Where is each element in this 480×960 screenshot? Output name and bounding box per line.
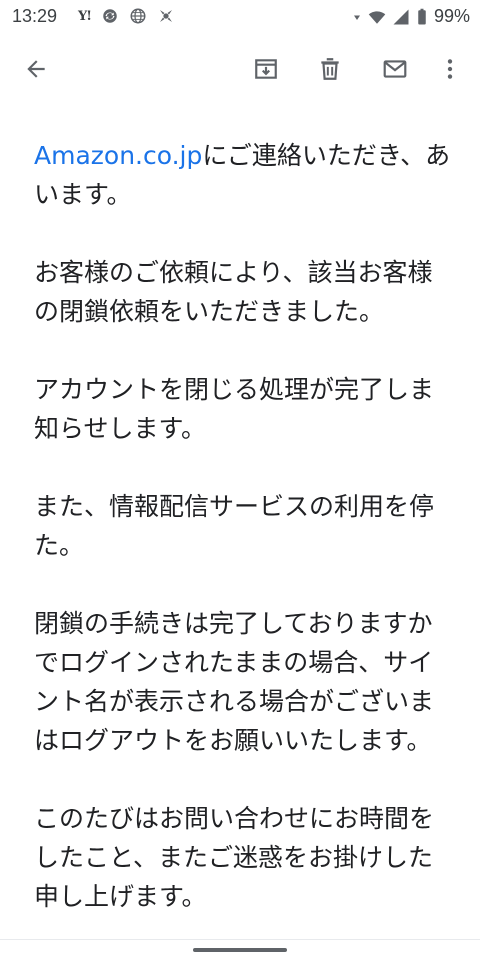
home-gesture-bar[interactable] xyxy=(193,948,287,952)
status-time: 13:29 xyxy=(12,6,58,26)
text-fragment: にご連絡いただき、あ xyxy=(202,141,451,170)
sync-icon xyxy=(103,9,117,23)
archive-button[interactable] xyxy=(244,47,288,91)
text-line: ント名が表示される場合がございま xyxy=(34,687,435,716)
notification-icons: Y! xyxy=(78,7,175,25)
more-options-button[interactable] xyxy=(428,47,472,91)
app-bar xyxy=(0,40,480,98)
dnd-icon xyxy=(353,15,360,20)
email-body: Amazon.co.jpにご連絡いただき、あ います。 お客様のご依頼により、該… xyxy=(34,136,480,916)
mark-unread-icon xyxy=(383,60,407,78)
archive-icon xyxy=(255,59,277,79)
text-line: 申し上げます。 xyxy=(34,882,207,911)
paragraph-2: お客様のご依頼により、該当お客様 の閉鎖依頼をいただきました。 xyxy=(34,253,480,331)
text-line: の閉鎖依頼をいただきました。 xyxy=(34,297,385,326)
paragraph-1: Amazon.co.jpにご連絡いただき、あ います。 xyxy=(34,136,480,214)
delete-button[interactable] xyxy=(308,47,352,91)
text-line: でログインされたままの場合、サイ xyxy=(34,648,434,677)
wifi-icon xyxy=(368,10,386,24)
text-line: このたびはお問い合わせにお時間を xyxy=(34,804,435,833)
back-arrow-icon xyxy=(27,60,45,78)
text-line: したこと、またご迷惑をお掛けした xyxy=(34,843,434,872)
text-line: また、情報配信サービスの利用を停 xyxy=(34,492,435,521)
text-line: はログアウトをお願いいたします。 xyxy=(34,726,432,755)
delete-icon xyxy=(321,58,339,80)
battery-percent: 99% xyxy=(433,6,470,26)
text-line: お客様のご依頼により、該当お客様 xyxy=(34,258,433,287)
status-bar: 13:29 Y! 99% xyxy=(0,0,480,34)
text-line: アカウントを閉じる処理が完了しま xyxy=(34,375,435,404)
app-icon xyxy=(160,10,172,22)
text-line: 閉鎖の手続きは完了しておりますか xyxy=(34,609,433,638)
paragraph-6: このたびはお問い合わせにお時間を したこと、またご迷惑をお掛けした 申し上げます… xyxy=(34,799,480,916)
mark-unread-button[interactable] xyxy=(373,47,417,91)
paragraph-5: 閉鎖の手続きは完了しておりますか でログインされたままの場合、サイ ント名が表示… xyxy=(34,604,480,760)
nav-divider xyxy=(0,939,480,940)
paragraph-4: また、情報配信サービスの利用を停 た。 xyxy=(34,487,480,565)
paragraph-3: アカウントを閉じる処理が完了しま 知らせします。 xyxy=(34,370,480,448)
text-line: た。 xyxy=(34,531,85,560)
signal-icon xyxy=(393,9,409,24)
globe-icon xyxy=(130,8,146,24)
text-line: います。 xyxy=(34,180,132,209)
amazon-link[interactable]: Amazon.co.jp xyxy=(34,141,202,170)
yahoo-icon: Y! xyxy=(78,8,92,24)
more-vert-icon xyxy=(447,59,453,79)
back-button[interactable] xyxy=(14,47,58,91)
text-line: Amazon.co.jpにご連絡いただき、あ xyxy=(34,136,480,175)
text-line: 知らせします。 xyxy=(34,414,207,443)
battery-icon xyxy=(418,8,426,24)
system-icons: 99% xyxy=(352,6,470,27)
